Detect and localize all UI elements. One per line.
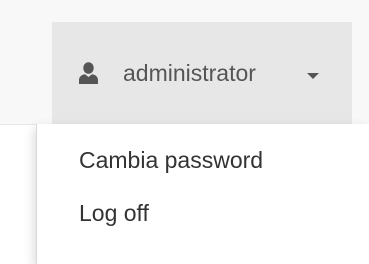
username-label: administrator [123,60,256,86]
log-off-menu-item[interactable]: Log off [79,199,149,227]
navbar: administrator [0,0,369,125]
change-password-menu-item[interactable]: Cambia password [79,146,263,174]
user-dropdown-menu: Cambia password Log off [36,124,369,264]
caret-down-icon [307,73,319,79]
user-icon [79,62,98,84]
user-menu-toggle[interactable]: administrator [52,22,352,124]
